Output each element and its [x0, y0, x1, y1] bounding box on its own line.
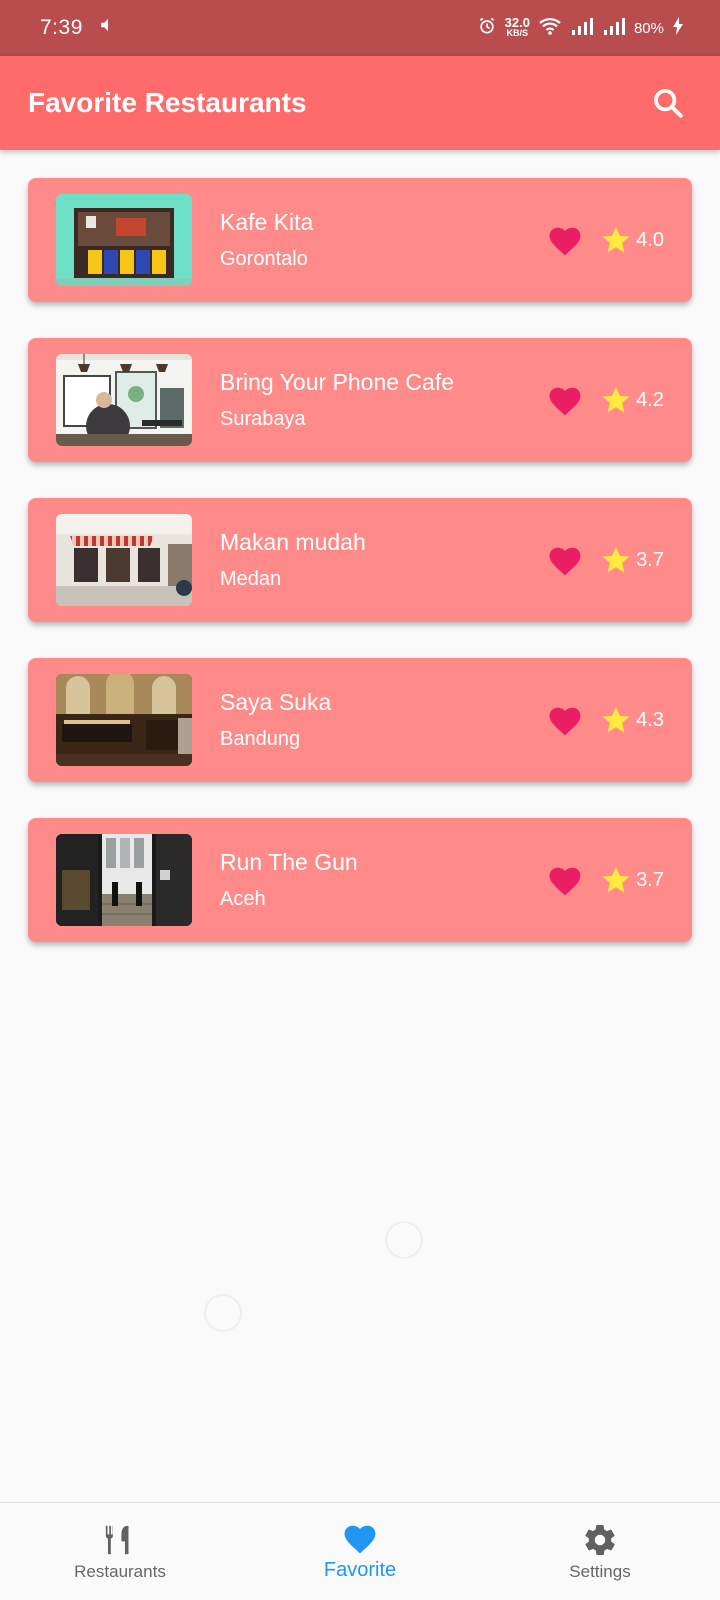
rating: 4.0	[600, 224, 664, 256]
restaurant-card[interactable]: Saya Suka Bandung 4.3	[28, 658, 692, 782]
heart-icon	[549, 387, 581, 416]
search-button[interactable]	[644, 79, 692, 127]
status-time: 7:39	[40, 16, 83, 39]
favorite-button[interactable]	[544, 859, 586, 901]
nav-label: Settings	[569, 1561, 631, 1581]
page-title: Favorite Restaurants	[28, 87, 307, 118]
rating-value: 3.7	[636, 548, 664, 571]
restaurant-card[interactable]: Run The Gun Aceh 3.7	[28, 818, 692, 942]
restaurant-name: Saya Suka	[220, 689, 332, 715]
rating: 3.7	[600, 864, 664, 896]
alarm-icon	[477, 16, 497, 40]
app-bar: Favorite Restaurants	[0, 56, 720, 150]
heart-icon	[549, 547, 581, 576]
star-icon	[602, 866, 630, 893]
restaurant-image	[56, 354, 192, 446]
restaurant-card[interactable]: Bring Your Phone Cafe Surabaya 4.2	[28, 338, 692, 462]
nav-item-settings[interactable]: Settings	[480, 1503, 720, 1600]
restaurant-city: Aceh	[220, 888, 266, 910]
restaurant-name: Kafe Kita	[220, 209, 314, 235]
status-bar: 7:39 32.0 KB/S 80%	[0, 0, 720, 56]
battery-level: 80%	[633, 19, 664, 37]
charging-icon	[672, 17, 684, 39]
star-icon	[602, 226, 630, 253]
rating-value: 3.7	[636, 868, 664, 891]
gear-icon	[585, 1524, 615, 1555]
restaurant-image	[56, 514, 192, 606]
favorite-button[interactable]	[544, 379, 586, 421]
star-icon	[602, 546, 630, 573]
signal-icon-2	[602, 17, 626, 39]
favorite-button[interactable]	[544, 699, 586, 741]
restaurant-name: Run The Gun	[220, 849, 358, 875]
restaurant-card[interactable]: Kafe Kita Gorontalo 4.0	[28, 178, 692, 302]
nav-item-favorite[interactable]: Favorite	[240, 1503, 480, 1600]
rating: 3.7	[600, 544, 664, 576]
restaurant-card[interactable]: Makan mudah Medan 3.7	[28, 498, 692, 622]
rating: 4.2	[600, 384, 664, 416]
heart-icon	[549, 707, 581, 736]
heart-icon	[344, 1525, 376, 1554]
favorite-button[interactable]	[544, 219, 586, 261]
restaurant-city: Surabaya	[220, 408, 306, 430]
restaurant-city: Gorontalo	[220, 248, 308, 270]
nav-label: Restaurants	[74, 1561, 166, 1581]
touch-indicator	[385, 1221, 423, 1259]
restaurant-name: Makan mudah	[220, 529, 366, 555]
favorite-button[interactable]	[544, 539, 586, 581]
search-icon	[654, 89, 683, 118]
restaurant-image	[56, 194, 192, 286]
star-icon	[602, 386, 630, 413]
heart-icon	[549, 867, 581, 896]
nav-label: Favorite	[323, 1559, 397, 1581]
restaurant-city: Medan	[220, 568, 282, 590]
favorite-restaurant-list: Kafe Kita Gorontalo 4.0 Bring Your Phone…	[28, 178, 692, 978]
rating-value: 4.3	[636, 708, 664, 731]
nav-item-restaurants[interactable]: Restaurants	[0, 1503, 240, 1600]
heart-icon	[549, 227, 581, 256]
restaurant-city: Bandung	[220, 728, 301, 750]
signal-icon-1	[570, 17, 594, 39]
rating-value: 4.0	[636, 228, 664, 251]
wifi-icon	[538, 16, 562, 40]
rating: 4.3	[600, 704, 664, 736]
restaurant-image	[56, 674, 192, 766]
bottom-navigation: Restaurants Favorite Settings	[0, 1502, 720, 1600]
network-speed: 32.0 KB/S	[504, 15, 530, 38]
restaurant-image	[56, 834, 192, 926]
rating-value: 4.2	[636, 388, 664, 411]
speaker-icon	[99, 16, 117, 40]
restaurant-icon	[105, 1525, 129, 1554]
touch-indicator	[204, 1294, 242, 1332]
star-icon	[602, 706, 630, 733]
restaurant-name: Bring Your Phone Cafe	[220, 369, 455, 395]
